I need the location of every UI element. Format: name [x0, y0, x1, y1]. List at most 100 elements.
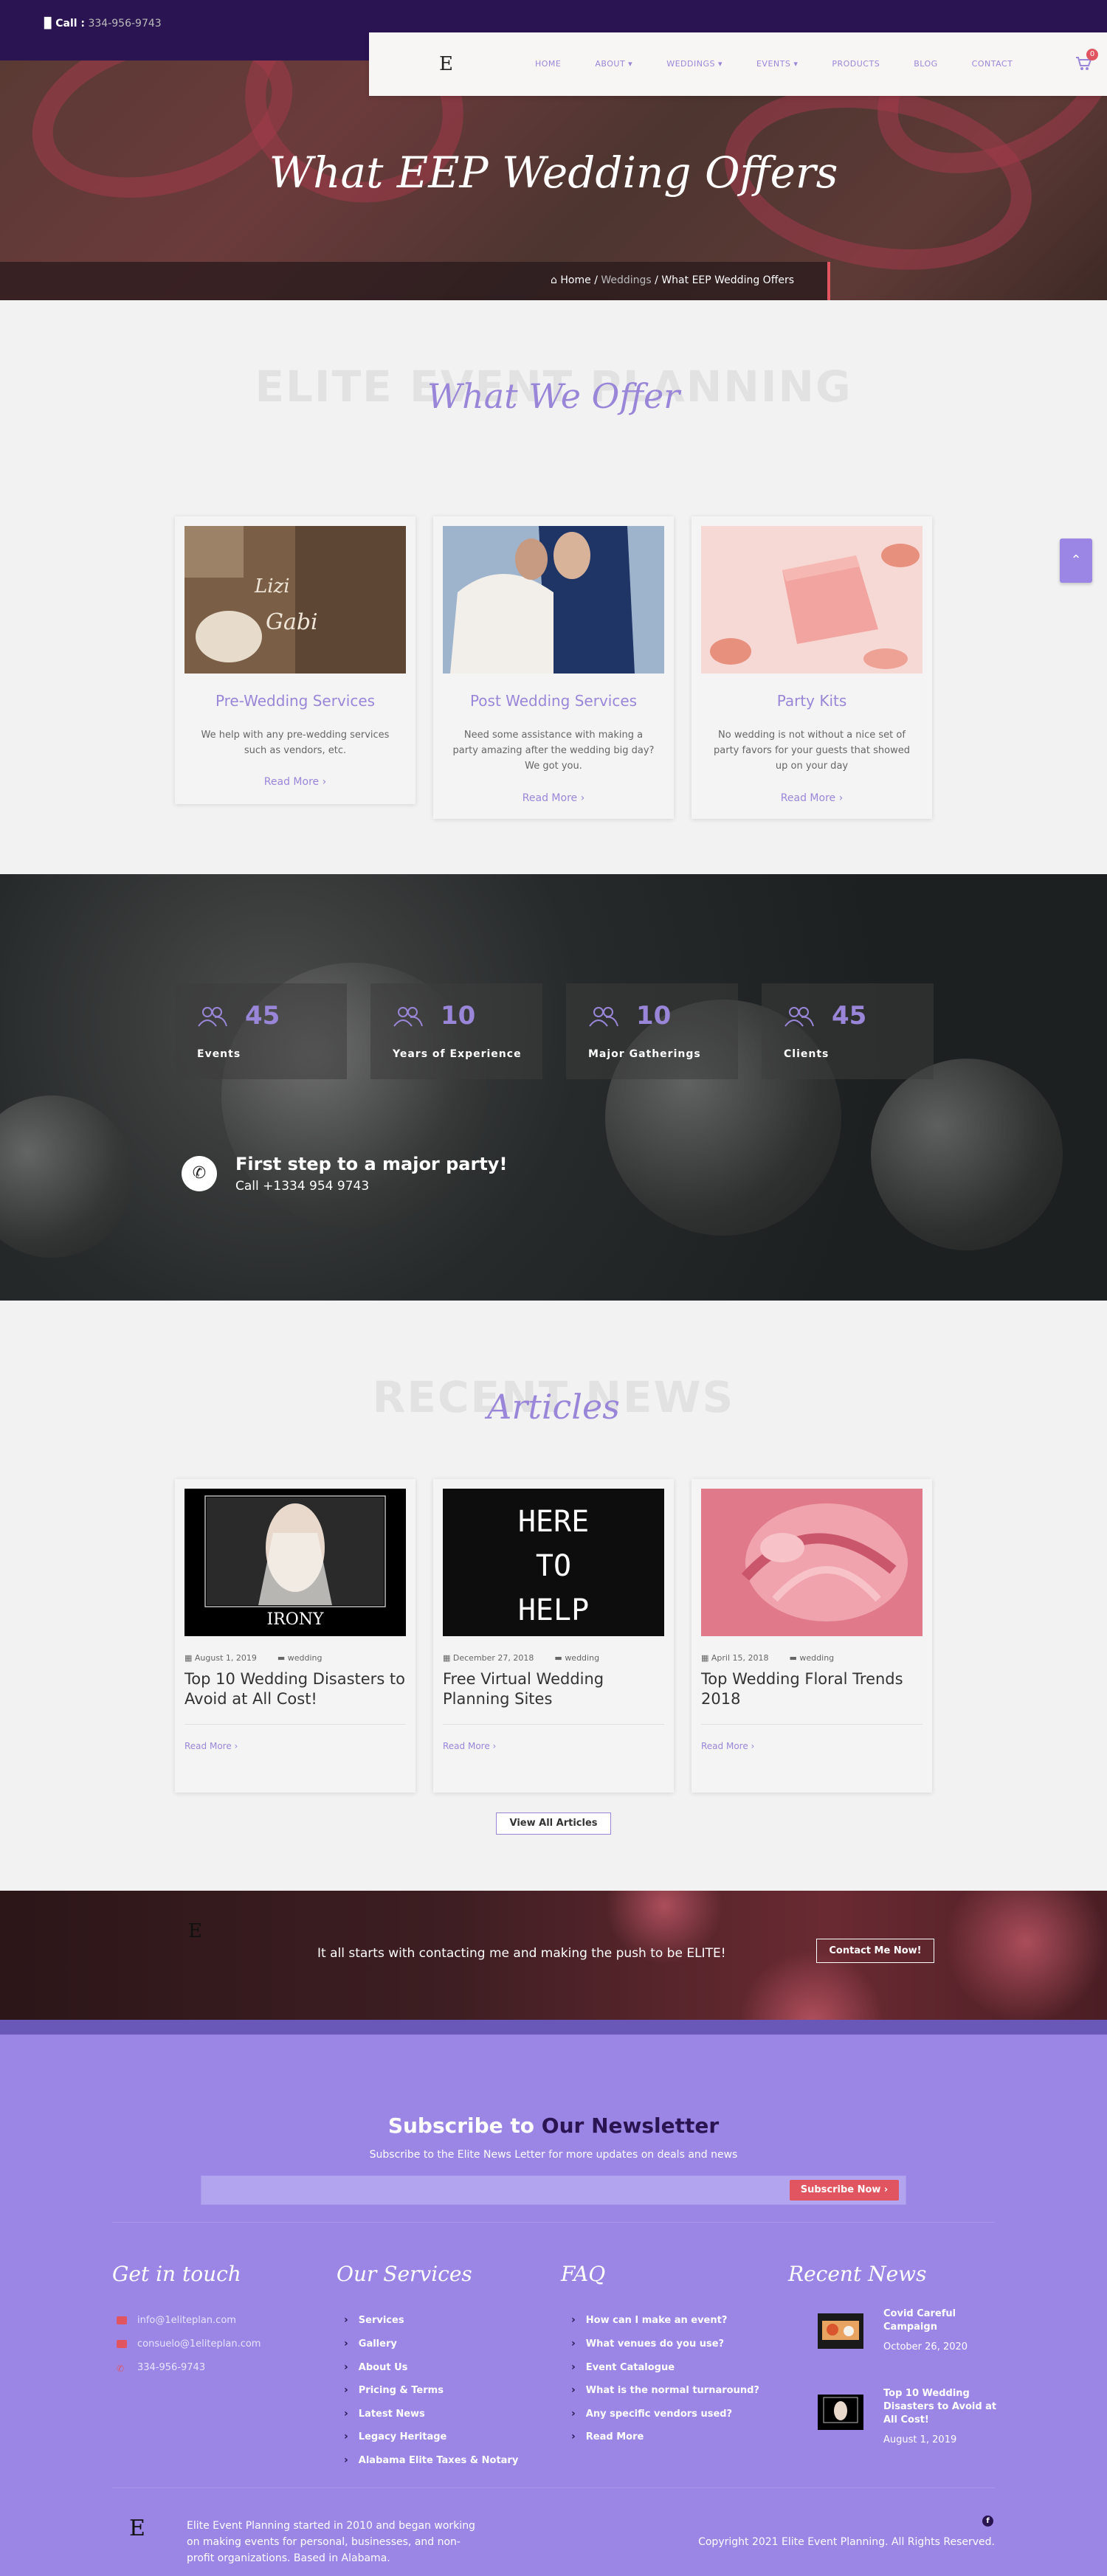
article-image-here-to-help: HERE TO HELP: [443, 1489, 664, 1636]
nav-products[interactable]: PRODUCTS: [832, 59, 880, 69]
nav-weddings[interactable]: WEDDINGS ▾: [666, 59, 723, 69]
article-category[interactable]: ▬ wedding: [277, 1653, 323, 1663]
recent-news-link[interactable]: Top 10 Wedding Disasters to Avoid at All…: [883, 2387, 1001, 2427]
chalk-text-2: TO: [536, 1549, 571, 1583]
article-title[interactable]: Top 10 Wedding Disasters to Avoid at All…: [184, 1669, 406, 1709]
faq-link[interactable]: › What is the normal turnaround?: [571, 2384, 759, 2396]
nav-contact[interactable]: CONTACT: [972, 59, 1013, 69]
offer-card-desc: Need some assistance with making a party…: [452, 730, 655, 772]
divider: [443, 1724, 664, 1725]
contact-email-2[interactable]: consuelo@1eliteplan.com: [117, 2338, 261, 2350]
article-title[interactable]: Free Virtual Wedding Planning Sites: [443, 1669, 664, 1709]
footer-link-news[interactable]: › Latest News: [344, 2408, 425, 2420]
stat-years: 10 Years of Experience: [370, 983, 542, 1079]
users-icon: [589, 1007, 618, 1027]
breadcrumb-home[interactable]: Home: [560, 274, 590, 286]
main-nav: E HOME ABOUT ▾ WEDDINGS ▾ EVENTS ▾ PRODU…: [369, 32, 1107, 96]
page-title: What EEP Wedding Offers: [269, 148, 838, 198]
faq-link[interactable]: › What venues do you use?: [571, 2338, 724, 2350]
read-more-link[interactable]: Read More ›: [701, 1741, 754, 1751]
footer-link-gallery[interactable]: › Gallery: [344, 2338, 397, 2350]
read-more-link[interactable]: Read More ›: [433, 792, 674, 804]
faq-link[interactable]: › Read More: [571, 2431, 644, 2442]
calendar-icon: ▦: [701, 1653, 711, 1663]
stat-gatherings: 10 Major Gatherings: [566, 983, 738, 1079]
nav-events[interactable]: EVENTS ▾: [756, 59, 798, 69]
scroll-to-top-button[interactable]: ⌃: [1060, 539, 1092, 583]
view-all-articles-button[interactable]: View All Articles: [496, 1812, 611, 1835]
users-icon: [784, 1007, 814, 1027]
bokeh-decoration: [945, 1891, 1107, 2020]
footer-link-taxes[interactable]: › Alabama Elite Taxes & Notary: [344, 2454, 518, 2466]
nav-home[interactable]: HOME: [535, 59, 561, 69]
get-in-touch-title: Get in touch: [112, 2262, 241, 2286]
recent-news-link[interactable]: Covid Careful Campaign: [883, 2307, 1001, 2334]
chevron-right-icon: ›: [571, 2431, 576, 2442]
breadcrumb-weddings[interactable]: Weddings: [601, 274, 651, 286]
facebook-icon[interactable]: f: [982, 2516, 993, 2527]
offer-card-title[interactable]: Pre-Wedding Services: [175, 692, 415, 710]
contact-phone[interactable]: ✆ 334-956-9743: [117, 2362, 206, 2374]
calendar-icon: ▦: [184, 1653, 195, 1663]
stat-label: Major Gatherings: [588, 1048, 701, 1060]
contact-email-1[interactable]: info@1eliteplan.com: [117, 2315, 236, 2326]
stats-section: 45 Events 10 Years of Experience 10 Majo…: [0, 874, 1107, 1301]
article-date: ▦ August 1, 2019: [184, 1653, 257, 1663]
recent-news-date: October 26, 2020: [883, 2341, 968, 2352]
read-more-link[interactable]: Read More ›: [175, 776, 415, 788]
breadcrumb-bar: ⌂ Home / Weddings / What EEP Wedding Off…: [0, 262, 830, 300]
footer-link-about[interactable]: › About Us: [344, 2361, 407, 2373]
chevron-right-icon: ›: [344, 2338, 348, 2350]
call-number[interactable]: 334-956-9743: [88, 18, 161, 30]
services-title: Our Services: [337, 2262, 472, 2286]
footer-link-legacy[interactable]: › Legacy Heritage: [344, 2431, 446, 2442]
stat-value: 10: [441, 1001, 476, 1031]
article-category[interactable]: ▬ wedding: [790, 1653, 835, 1663]
contact-phone-text: 334-956-9743: [137, 2362, 206, 2373]
footer: Subscribe to Our Newsletter Subscribe to…: [0, 2035, 1107, 2576]
cta-text: It all starts with contacting me and mak…: [317, 1946, 726, 1961]
faq-link[interactable]: › How can I make an event?: [571, 2314, 727, 2326]
nav-about[interactable]: ABOUT ▾: [595, 59, 632, 69]
breadcrumb-separator: /: [594, 274, 598, 286]
read-more-link[interactable]: Read More ›: [692, 792, 932, 804]
faq-link[interactable]: › Any specific vendors used?: [571, 2408, 732, 2420]
cta-phone[interactable]: Call +1334 954 9743: [235, 1179, 369, 1194]
offer-card: Post Wedding Services Need some assistan…: [433, 516, 674, 819]
footer-link-services[interactable]: › Services: [344, 2314, 404, 2326]
subscribe-button[interactable]: Subscribe Now ›: [790, 2180, 899, 2201]
faq-link[interactable]: › Event Catalogue: [571, 2361, 675, 2373]
newsletter-title-b: Our Newsletter: [541, 2113, 720, 2138]
read-more-link[interactable]: Read More ›: [443, 1741, 496, 1751]
chevron-right-icon: ›: [344, 2454, 348, 2466]
recent-news-thumb[interactable]: [818, 2313, 863, 2349]
offer-card-title[interactable]: Post Wedding Services: [433, 692, 674, 710]
article-category[interactable]: ▬ wedding: [554, 1653, 599, 1663]
faq-title: FAQ: [561, 2262, 606, 2286]
offer-card-title[interactable]: Party Kits: [692, 692, 932, 710]
chevron-right-icon: ›: [344, 2361, 348, 2373]
article-category-text: wedding: [799, 1653, 835, 1663]
article-category-text: wedding: [287, 1653, 323, 1663]
faq-link-text: Read More: [585, 2431, 644, 2442]
article-meta: ▦ April 15, 2018 ▬ wedding: [701, 1653, 834, 1663]
stat-label: Clients: [784, 1048, 830, 1060]
article-card: HERE TO HELP ▦ December 27, 2018 ▬ weddi…: [433, 1479, 674, 1793]
nav-blog[interactable]: BLOG: [914, 59, 937, 69]
footer-logo[interactable]: E: [129, 2516, 145, 2541]
article-image-irony: IRONY: [184, 1489, 406, 1636]
divider: [184, 1724, 406, 1725]
disco-ball-decoration: [871, 1059, 1063, 1250]
divider: [112, 2487, 995, 2488]
cta-logo: E: [188, 1920, 202, 1942]
breadcrumb: ⌂ Home / Weddings / What EEP Wedding Off…: [551, 274, 794, 286]
stat-events: 45 Events: [175, 983, 347, 1079]
recent-news-thumb[interactable]: [818, 2395, 863, 2430]
contact-me-button[interactable]: Contact Me Now!: [816, 1939, 934, 1963]
call-label: Call :: [55, 18, 86, 30]
footer-link-pricing[interactable]: › Pricing & Terms: [344, 2384, 444, 2396]
article-category-text: wedding: [565, 1653, 600, 1663]
article-title[interactable]: Top Wedding Floral Trends 2018: [701, 1669, 922, 1709]
read-more-link[interactable]: Read More ›: [184, 1741, 238, 1751]
site-logo[interactable]: E: [439, 53, 453, 75]
